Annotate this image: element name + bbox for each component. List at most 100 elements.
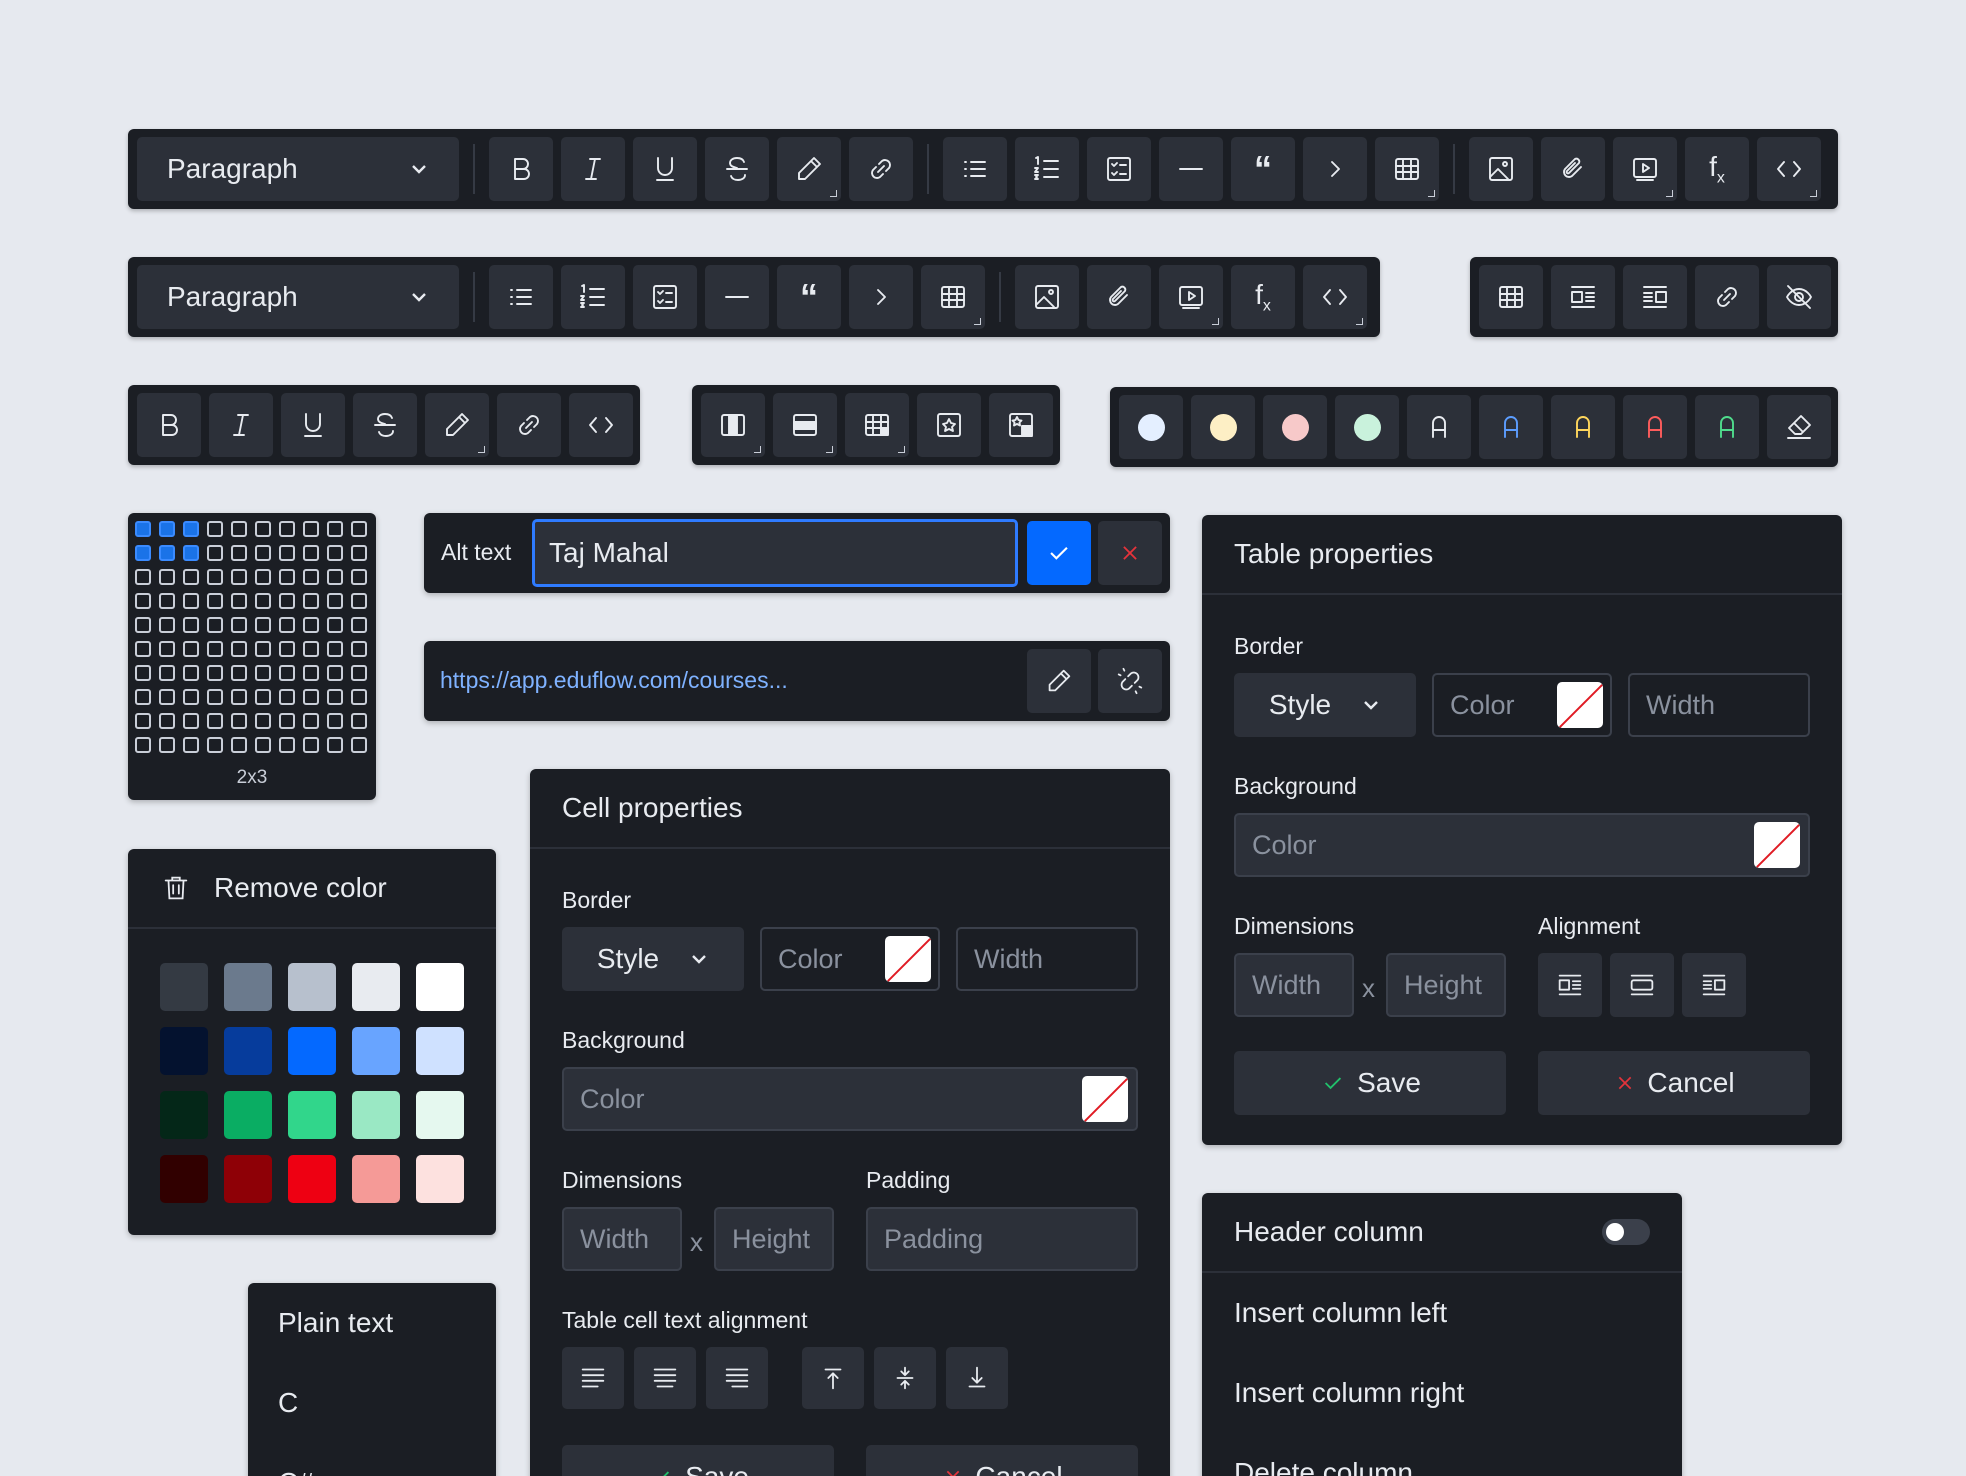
grid-cell[interactable]: [351, 641, 367, 657]
align-bottom-button[interactable]: [946, 1347, 1008, 1409]
color-swatch[interactable]: [416, 1155, 464, 1203]
align-left-wrap-button[interactable]: [1551, 265, 1615, 329]
grid-cell[interactable]: [135, 545, 151, 561]
grid-cell[interactable]: [303, 545, 319, 561]
grid-cell[interactable]: [159, 617, 175, 633]
grid-cell[interactable]: [159, 713, 175, 729]
language-option[interactable]: Plain text: [278, 1307, 393, 1339]
grid-cell[interactable]: [255, 689, 271, 705]
underline-button[interactable]: [281, 393, 345, 457]
grid-cell[interactable]: [207, 689, 223, 705]
blockquote-button[interactable]: “: [1231, 137, 1295, 201]
color-swatch[interactable]: [160, 1027, 208, 1075]
insert-column-right-item[interactable]: Insert column right: [1234, 1377, 1464, 1409]
horizontal-line-button[interactable]: [705, 265, 769, 329]
color-swatch[interactable]: [160, 1091, 208, 1139]
align-middle-button[interactable]: [874, 1347, 936, 1409]
grid-cell[interactable]: [351, 689, 367, 705]
grid-cell[interactable]: [255, 665, 271, 681]
unlink-button[interactable]: [1098, 649, 1162, 713]
collapsible-button[interactable]: [1303, 137, 1367, 201]
background-color-input[interactable]: Color: [562, 1067, 1138, 1131]
grid-cell[interactable]: [231, 641, 247, 657]
bold-button[interactable]: [489, 137, 553, 201]
font-color-yellow-button[interactable]: [1551, 395, 1615, 459]
code-button[interactable]: [569, 393, 633, 457]
highlight-button[interactable]: [777, 137, 841, 201]
insert-table-button[interactable]: [921, 265, 985, 329]
formula-button[interactable]: fx: [1685, 137, 1749, 201]
paragraph-select[interactable]: Paragraph: [137, 137, 459, 201]
language-option[interactable]: C#: [278, 1467, 314, 1476]
grid-cell[interactable]: [255, 569, 271, 585]
border-style-select[interactable]: Style: [1234, 673, 1416, 737]
grid-cell[interactable]: [207, 521, 223, 537]
remove-color-row[interactable]: Remove color: [128, 849, 496, 929]
table-align-left-button[interactable]: [1538, 953, 1602, 1017]
cell-width-input[interactable]: Width: [562, 1207, 682, 1271]
bullet-list-button[interactable]: [943, 137, 1007, 201]
column-options-button[interactable]: [701, 393, 765, 457]
grid-cell[interactable]: [351, 617, 367, 633]
color-swatch[interactable]: [224, 1155, 272, 1203]
font-color-blue-button[interactable]: [1479, 395, 1543, 459]
grid-cell[interactable]: [327, 569, 343, 585]
grid-cell[interactable]: [351, 545, 367, 561]
merge-cells-button[interactable]: [845, 393, 909, 457]
formula-button[interactable]: fx: [1231, 265, 1295, 329]
grid-cell[interactable]: [327, 713, 343, 729]
grid-cell[interactable]: [231, 593, 247, 609]
save-button[interactable]: Save: [562, 1445, 834, 1476]
font-color-red-button[interactable]: [1623, 395, 1687, 459]
grid-cell[interactable]: [231, 689, 247, 705]
grid-cell[interactable]: [327, 521, 343, 537]
cancel-button[interactable]: Cancel: [1538, 1051, 1810, 1115]
grid-cell[interactable]: [207, 569, 223, 585]
color-swatch[interactable]: [352, 963, 400, 1011]
color-swatch[interactable]: [288, 1091, 336, 1139]
grid-cell[interactable]: [231, 617, 247, 633]
color-swatch[interactable]: [416, 963, 464, 1011]
grid-cell[interactable]: [255, 641, 271, 657]
align-left-button[interactable]: [562, 1347, 624, 1409]
grid-cell[interactable]: [255, 545, 271, 561]
grid-cell[interactable]: [279, 617, 295, 633]
no-color-swatch[interactable]: [1557, 682, 1603, 728]
table-height-input[interactable]: Height: [1386, 953, 1506, 1017]
align-right-wrap-button[interactable]: [1623, 265, 1687, 329]
strikethrough-button[interactable]: [705, 137, 769, 201]
link-button[interactable]: [849, 137, 913, 201]
color-swatch[interactable]: [224, 963, 272, 1011]
table-width-input[interactable]: Width: [1234, 953, 1354, 1017]
grid-cell[interactable]: [303, 713, 319, 729]
color-swatch[interactable]: [224, 1027, 272, 1075]
table-size-grid[interactable]: [135, 521, 376, 753]
table-align-center-button[interactable]: [1610, 953, 1674, 1017]
bold-button[interactable]: [137, 393, 201, 457]
alt-text-input[interactable]: Taj Mahal: [532, 519, 1018, 587]
table-properties-button[interactable]: [917, 393, 981, 457]
hide-button[interactable]: [1767, 265, 1831, 329]
align-center-button[interactable]: [634, 1347, 696, 1409]
grid-cell[interactable]: [231, 665, 247, 681]
grid-cell[interactable]: [279, 593, 295, 609]
padding-input[interactable]: Padding: [866, 1207, 1138, 1271]
insert-table-button[interactable]: [1375, 137, 1439, 201]
grid-cell[interactable]: [303, 569, 319, 585]
grid-cell[interactable]: [135, 521, 151, 537]
grid-cell[interactable]: [303, 665, 319, 681]
highlight-red-button[interactable]: [1263, 395, 1327, 459]
grid-cell[interactable]: [183, 545, 199, 561]
cancel-button[interactable]: [1098, 521, 1162, 585]
grid-cell[interactable]: [279, 521, 295, 537]
code-button[interactable]: [1757, 137, 1821, 201]
insert-column-left-item[interactable]: Insert column left: [1234, 1297, 1447, 1329]
align-top-button[interactable]: [802, 1347, 864, 1409]
cell-height-input[interactable]: Height: [714, 1207, 834, 1271]
grid-cell[interactable]: [327, 737, 343, 753]
color-swatch[interactable]: [352, 1155, 400, 1203]
header-column-row[interactable]: Header column: [1202, 1193, 1682, 1273]
grid-cell[interactable]: [255, 617, 271, 633]
grid-cell[interactable]: [207, 593, 223, 609]
cancel-button[interactable]: Cancel: [866, 1445, 1138, 1476]
